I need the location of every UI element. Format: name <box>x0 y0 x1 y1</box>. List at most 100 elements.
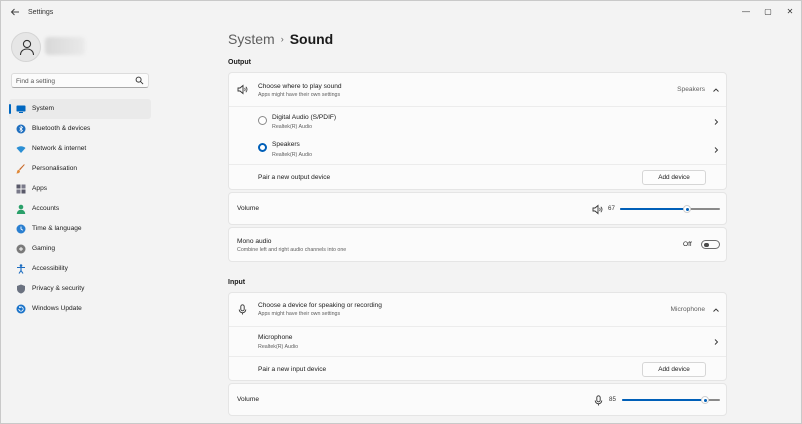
choose-input-title: Choose a device for speaking or recordin… <box>258 302 382 309</box>
person-icon <box>19 39 35 56</box>
sidebar-item-system[interactable]: System <box>9 99 151 119</box>
choose-input-subtitle: Apps might have their own settings <box>258 311 341 317</box>
sidebar-item-label: Personalisation <box>32 165 78 172</box>
bluetooth-icon <box>16 124 26 134</box>
device-name: Digital Audio (S/PDIF) <box>272 114 337 121</box>
add-output-device-button[interactable]: Add device <box>642 170 706 185</box>
chevron-right-icon[interactable] <box>712 146 720 154</box>
output-volume-slider[interactable] <box>620 205 720 213</box>
settings-window: Settings — ▢ ✕ System Bluetooth & device… <box>0 0 802 424</box>
output-device-card: Choose where to play sound Apps might ha… <box>228 72 727 190</box>
device-name: Microphone <box>258 334 293 341</box>
system-icon <box>16 105 26 113</box>
sidebar-item-apps[interactable]: Apps <box>9 179 151 199</box>
sidebar-item-windows-update[interactable]: Windows Update <box>9 299 151 319</box>
input-volume-label: Volume <box>237 396 259 403</box>
microphone-volume-icon[interactable] <box>593 395 604 406</box>
sidebar-item-personalisation[interactable]: Personalisation <box>9 159 151 179</box>
output-section-label: Output <box>228 59 251 66</box>
maximize-button[interactable]: ▢ <box>757 4 779 20</box>
sidebar-item-bluetooth[interactable]: Bluetooth & devices <box>9 119 151 139</box>
choose-output-title: Choose where to play sound <box>258 83 342 90</box>
user-name-redacted <box>45 37 85 55</box>
device-name: Speakers <box>272 141 300 148</box>
sidebar-item-label: Gaming <box>32 245 56 252</box>
toggle-knob <box>704 242 709 247</box>
choose-input-row[interactable]: Choose a device for speaking or recordin… <box>229 293 726 326</box>
search-box[interactable] <box>11 73 149 88</box>
input-device-microphone[interactable]: Microphone Realtek(R) Audio <box>229 326 726 356</box>
input-volume-slider[interactable] <box>622 396 720 404</box>
accessibility-icon <box>17 264 25 274</box>
mono-audio-subtitle: Combine left and right audio channels in… <box>237 247 347 253</box>
output-volume-fill <box>620 208 687 210</box>
sidebar-item-network[interactable]: Network & internet <box>9 139 151 159</box>
sidebar-item-label: Apps <box>32 185 48 192</box>
sidebar-item-gaming[interactable]: Gaming <box>9 239 151 259</box>
sidebar-item-accounts[interactable]: Accounts <box>9 199 151 219</box>
sidebar-item-time-language[interactable]: Time & language <box>9 219 151 239</box>
input-volume-fill <box>622 399 705 401</box>
microphone-icon <box>238 304 247 315</box>
title-bar: Settings — ▢ ✕ <box>1 1 801 27</box>
chevron-up-icon[interactable] <box>712 86 720 94</box>
input-volume-value: 85 <box>609 396 616 403</box>
globe-clock-icon <box>16 224 26 234</box>
breadcrumb-parent[interactable]: System <box>228 31 275 47</box>
radio-speakers[interactable] <box>258 143 267 152</box>
output-device-digital-audio[interactable]: Digital Audio (S/PDIF) Realtek(R) Audio <box>229 106 726 136</box>
sidebar-item-label: Privacy & security <box>32 285 85 292</box>
output-volume-card: Volume 67 <box>228 192 727 225</box>
choose-output-row[interactable]: Choose where to play sound Apps might ha… <box>229 73 726 106</box>
search-icon[interactable] <box>135 76 144 85</box>
gaming-icon <box>16 244 26 254</box>
input-section-label: Input <box>228 279 246 286</box>
chevron-right-icon[interactable] <box>712 118 720 126</box>
radio-digital-audio[interactable] <box>258 116 267 125</box>
sidebar-nav: System Bluetooth & devices Network & int… <box>9 99 151 319</box>
sidebar-item-label: Network & internet <box>32 145 87 152</box>
mono-audio-title: Mono audio <box>237 238 272 245</box>
avatar[interactable] <box>11 32 41 62</box>
sidebar-item-label: Time & language <box>32 225 82 232</box>
minimize-button[interactable]: — <box>735 4 757 20</box>
window-title: Settings <box>28 9 54 16</box>
speaker-volume-icon[interactable] <box>592 204 603 215</box>
sidebar-item-label: Windows Update <box>32 305 82 312</box>
breadcrumb-separator: › <box>280 34 284 44</box>
output-volume-label: Volume <box>237 205 259 212</box>
input-device-card: Choose a device for speaking or recordin… <box>228 292 727 381</box>
sidebar-item-label: System <box>32 105 54 112</box>
sidebar-item-label: Accessibility <box>32 265 68 272</box>
input-volume-thumb[interactable] <box>701 396 709 404</box>
output-device-speakers[interactable]: Speakers Realtek(R) Audio <box>229 136 726 164</box>
mono-audio-card: Mono audio Combine left and right audio … <box>228 227 727 262</box>
sidebar-item-accessibility[interactable]: Accessibility <box>9 259 151 279</box>
selected-input-value: Microphone <box>670 306 705 313</box>
windows-update-icon <box>16 304 26 314</box>
add-input-device-button[interactable]: Add device <box>642 362 706 377</box>
page-title: Sound <box>289 31 334 47</box>
sidebar-item-label: Accounts <box>32 205 60 212</box>
sidebar-item-privacy-security[interactable]: Privacy & security <box>9 279 151 299</box>
mono-audio-state: Off <box>683 241 692 248</box>
accounts-icon <box>16 204 26 214</box>
device-driver: Realtek(R) Audio <box>272 152 313 158</box>
network-icon <box>16 146 26 153</box>
close-button[interactable]: ✕ <box>779 4 801 20</box>
chevron-up-icon[interactable] <box>712 306 720 314</box>
pair-output-row: Pair a new output device Add device <box>229 164 726 190</box>
output-volume-value: 67 <box>608 205 615 212</box>
breadcrumb: System › Sound <box>228 31 333 47</box>
device-driver: Realtek(R) Audio <box>272 124 313 130</box>
back-arrow-icon[interactable] <box>8 7 22 21</box>
pair-output-label: Pair a new output device <box>258 174 331 181</box>
output-volume-thumb[interactable] <box>683 205 691 213</box>
paintbrush-icon <box>16 164 25 174</box>
mono-audio-toggle[interactable] <box>701 240 720 249</box>
selected-output-value: Speakers <box>677 86 705 93</box>
input-volume-card: Volume 85 <box>228 383 727 416</box>
chevron-right-icon[interactable] <box>712 338 720 346</box>
search-input[interactable] <box>16 76 134 86</box>
apps-icon <box>16 184 26 194</box>
